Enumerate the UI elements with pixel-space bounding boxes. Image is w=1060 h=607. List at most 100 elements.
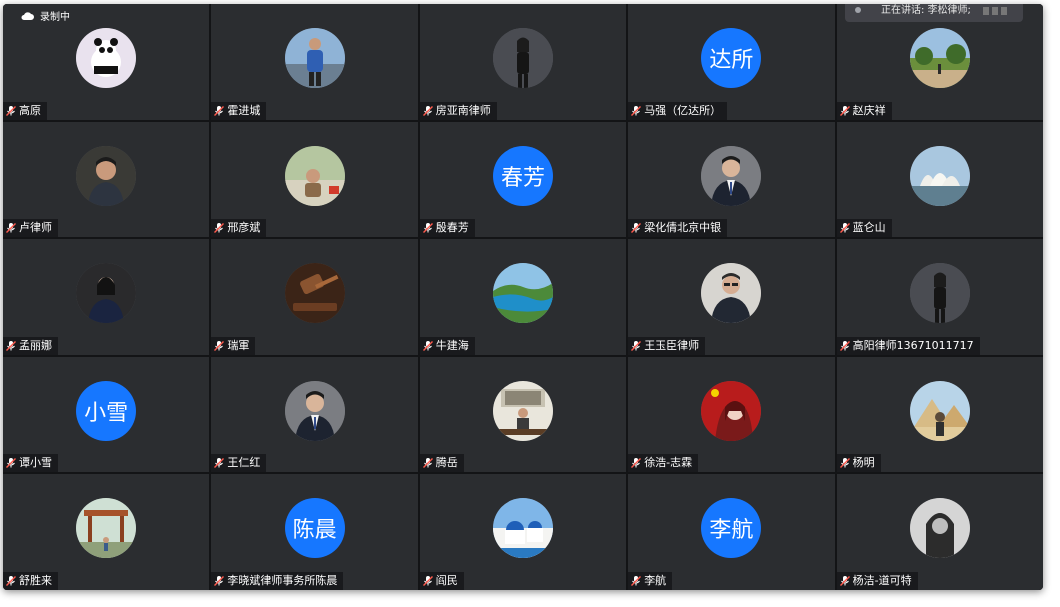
audio-level-icon: [983, 7, 1013, 15]
participant-name: 房亚南律师: [435, 103, 491, 117]
text-avatar: 春芳: [492, 145, 553, 206]
microphone-muted-icon: [214, 458, 225, 469]
participant-tile[interactable]: 陈晨 李晓斌律师事务所陈晨: [211, 474, 418, 590]
participant-name-tag: 马强（亿达所）: [628, 101, 728, 120]
cloud-icon: [21, 11, 34, 20]
participant-tile[interactable]: 卢律师: [3, 121, 210, 238]
recording-indicator[interactable]: 录制中: [21, 8, 70, 23]
participant-name: 孟丽娜: [19, 338, 52, 352]
participant-tile[interactable]: 瑞軍: [211, 239, 418, 355]
avatar-gavel: [284, 263, 345, 324]
microphone-muted-icon: [214, 223, 225, 234]
participant-name: 舒胜来: [19, 573, 52, 587]
participant-tile[interactable]: 杨明: [836, 356, 1043, 473]
avatar-opera-house: [909, 145, 970, 206]
microphone-muted-icon: [839, 105, 850, 116]
participant-name: 谭小雪: [19, 456, 52, 470]
participant-name-tag: 孟丽娜: [3, 336, 58, 355]
participant-tile[interactable]: 徐浩-志霖: [628, 356, 835, 473]
participant-name: 蓝仑山: [852, 221, 886, 235]
participant-tile[interactable]: 王玉臣律师: [628, 239, 835, 355]
participant-name-tag: 梁化倩北京中银: [628, 219, 728, 238]
microphone-muted-icon: [839, 575, 850, 586]
participant-tile[interactable]: 小雪谭小雪: [3, 356, 210, 473]
participant-name: 阎民: [435, 573, 458, 587]
participant-tile[interactable]: 蓝仑山: [836, 121, 1043, 238]
avatar-runner: [284, 28, 345, 88]
participant-name: 杨洁-道可特: [852, 573, 912, 587]
participant-name: 马强（亿达所）: [644, 103, 722, 117]
microphone-muted-icon: [839, 223, 850, 234]
participant-tile[interactable]: 牛建海: [419, 239, 627, 355]
microphone-muted-icon: [839, 458, 850, 469]
speaking-indicator: 正在讲话: 李松律师;: [845, 4, 1023, 22]
microphone-muted-icon: [6, 340, 16, 351]
participant-tile[interactable]: 房亚南律师: [419, 4, 627, 120]
avatar-garden: [76, 498, 137, 559]
participant-name-tag: 杨洁-道可特: [836, 571, 918, 590]
participant-tile[interactable]: 王仁红: [211, 356, 418, 473]
avatar-lake: [492, 263, 553, 324]
participant-tile[interactable]: 腾岳: [419, 356, 627, 473]
recording-label: 录制中: [40, 12, 70, 23]
participant-name: 腾岳: [435, 456, 458, 470]
avatar-santorini: [492, 498, 553, 559]
microphone-muted-icon: [214, 340, 225, 351]
avatar-man-desk: [492, 380, 553, 441]
microphone-muted-icon: [422, 575, 433, 586]
participant-tile[interactable]: 孟丽娜: [3, 239, 210, 355]
text-avatar: 小雪: [76, 380, 137, 441]
avatar-woman-suit: [76, 263, 137, 324]
avatar-anime-flag: [701, 380, 762, 441]
participant-name-tag: 腾岳: [419, 454, 464, 473]
participant-name: 赵庆祥: [852, 103, 886, 117]
participant-tile[interactable]: 达所马强（亿达所）: [628, 4, 835, 120]
participant-tile[interactable]: 霍进城: [211, 4, 418, 120]
avatar-man-dark: [76, 145, 137, 206]
participant-name-tag: 杨明: [836, 454, 881, 473]
microphone-muted-icon: [631, 575, 642, 586]
microphone-muted-icon: [6, 105, 16, 116]
participant-name: 高阳律师13671011717: [852, 338, 974, 352]
participant-name: 牛建海: [435, 338, 469, 352]
avatar-man-glasses: [701, 263, 762, 324]
avatar-pyramid: [909, 380, 970, 441]
speaker-icon: [855, 7, 861, 13]
participant-name: 梁化倩北京中银: [644, 221, 722, 235]
participant-tile[interactable]: 李航 李航: [628, 474, 835, 590]
microphone-muted-icon: [214, 105, 225, 116]
participant-name-tag: 王仁红: [211, 454, 267, 473]
participant-tile[interactable]: 阎民: [419, 474, 627, 590]
microphone-muted-icon: [631, 458, 642, 469]
participant-tile[interactable]: 邢彦斌: [211, 121, 418, 238]
participant-name: 殷春芳: [435, 221, 469, 235]
participant-name-tag: 瑞軍: [211, 336, 256, 355]
text-avatar: 达所: [701, 28, 762, 88]
participant-name-tag: 高阳律师13671011717: [836, 336, 980, 355]
avatar-woman-standing: [909, 263, 970, 324]
participant-name-tag: 蓝仑山: [836, 219, 892, 238]
text-avatar: 李航: [701, 498, 762, 559]
participant-tile[interactable]: 杨洁-道可特: [836, 474, 1043, 590]
participant-tile[interactable]: 梁化倩北京中银: [628, 121, 835, 238]
participant-name: 徐浩-志霖: [644, 456, 693, 470]
participant-tile[interactable]: 高阳律师13671011717: [836, 239, 1043, 355]
participant-name-tag: 赵庆祥: [836, 101, 892, 120]
microphone-muted-icon: [214, 575, 225, 586]
microphone-muted-icon: [839, 340, 850, 351]
participant-name: 瑞軍: [227, 338, 250, 352]
microphone-muted-icon: [422, 223, 433, 234]
microphone-muted-icon: [422, 105, 433, 116]
participant-name-tag: 舒胜来: [3, 571, 58, 590]
microphone-muted-icon: [422, 340, 433, 351]
avatar-man-suit: [284, 380, 345, 441]
participant-name-tag: 房亚南律师: [419, 101, 497, 120]
microphone-muted-icon: [6, 223, 16, 234]
avatar-bw-portrait: [909, 498, 970, 559]
avatar-park: [909, 28, 970, 88]
participant-tile[interactable]: 舒胜来: [3, 474, 210, 590]
participant-tile[interactable]: 春芳殷春芳: [419, 121, 627, 238]
microphone-muted-icon: [631, 223, 642, 234]
participant-name-tag: 邢彦斌: [211, 219, 267, 238]
participant-name-tag: 李航: [628, 571, 673, 590]
